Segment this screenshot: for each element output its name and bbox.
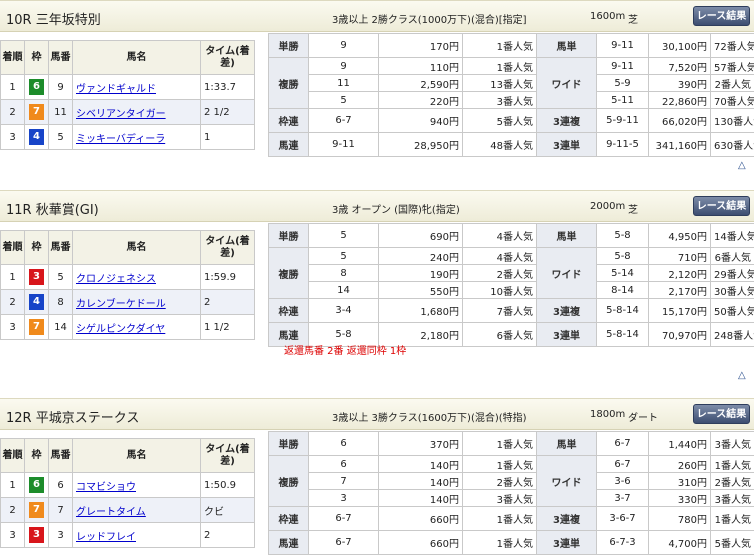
table-row: 1 3 5 クロノジェネシス 1:59.9 bbox=[0, 264, 255, 290]
col-header: 馬番 bbox=[48, 438, 73, 473]
refund-note: 返還馬番 2番 返還同枠 1枠 bbox=[284, 346, 407, 357]
payout-table: 単勝 6 370円 1番人気 馬単 6-7 1,440円 3番人気 複勝 6 140円 1番人気 ワイ… bbox=[268, 431, 754, 555]
race-name: 12R 平城京ステークス bbox=[6, 411, 140, 426]
race-conditions: 3歳以上 2勝クラス(1000万下)(混合)[指定] bbox=[332, 15, 527, 26]
horse-link[interactable]: シゲルピンクダイヤ bbox=[76, 324, 165, 335]
horse-link[interactable]: コマビショウ bbox=[76, 482, 136, 493]
race-distance: 1800m bbox=[590, 409, 626, 420]
table-row: 1 6 6 コマビショウ 1:50.9 bbox=[0, 472, 255, 498]
race-name: 11R 秋華賞(GⅠ) bbox=[6, 203, 99, 218]
race-surface: ダート bbox=[628, 413, 658, 424]
horse-link[interactable]: カレンブーケドール bbox=[76, 299, 166, 310]
horse-link[interactable]: グレートタイム bbox=[76, 507, 146, 518]
frame-badge: 7 bbox=[29, 104, 44, 120]
horse-link[interactable]: レッドフレイ bbox=[76, 532, 136, 543]
triangle-up-icon[interactable]: △ bbox=[738, 160, 746, 171]
horse-link[interactable]: シベリアンタイガー bbox=[76, 109, 166, 120]
race-header: 11R 秋華賞(GⅠ) 3歳 オープン (国際)牝(指定) 2000m 芝 レー… bbox=[0, 190, 754, 222]
finish-table: 着順 枠 馬番 馬名 タイム(着差) 1 6 9 ヴァンドギャルド 1:33.7… bbox=[0, 40, 255, 150]
frame-badge: 4 bbox=[29, 129, 44, 145]
race-result-button[interactable]: レース結果 bbox=[693, 404, 750, 424]
race-conditions: 3歳以上 3勝クラス(1600万下)(混合)(特指) bbox=[332, 413, 527, 424]
table-row: 3 3 3 レッドフレイ 2 bbox=[0, 522, 255, 548]
triangle-up-icon[interactable]: △ bbox=[738, 370, 746, 381]
col-header: 馬番 bbox=[48, 40, 73, 75]
table-row: 2 7 11 シベリアンタイガー 2 1/2 bbox=[0, 99, 255, 125]
race-distance: 1600m bbox=[590, 11, 626, 22]
table-row: 3 7 14 シゲルピンクダイヤ 1 1/2 bbox=[0, 314, 255, 340]
race-header: 12R 平城京ステークス 3歳以上 3勝クラス(1600万下)(混合)(特指) … bbox=[0, 398, 754, 430]
race-result-button[interactable]: レース結果 bbox=[693, 6, 750, 26]
frame-badge: 6 bbox=[29, 79, 44, 95]
frame-badge: 6 bbox=[29, 477, 44, 493]
frame-badge: 4 bbox=[29, 294, 44, 310]
race-result-button[interactable]: レース結果 bbox=[693, 196, 750, 216]
race-header: 10R 三年坂特別 3歳以上 2勝クラス(1000万下)(混合)[指定] 160… bbox=[0, 0, 754, 32]
race-surface: 芝 bbox=[628, 205, 638, 216]
col-header: 馬名 bbox=[72, 438, 201, 473]
col-header: タイム(着差) bbox=[200, 230, 255, 265]
race-distance: 2000m bbox=[590, 201, 626, 212]
col-header: タイム(着差) bbox=[200, 438, 255, 473]
table-row: 2 4 8 カレンブーケドール 2 bbox=[0, 289, 255, 315]
race-surface: 芝 bbox=[628, 15, 638, 26]
payout-table: 単勝 5 690円 4番人気 馬単 5-8 4,950円 14番人気 複勝 5 240円 4番人気ワ… bbox=[268, 223, 754, 347]
col-header: 着順 bbox=[0, 40, 25, 75]
horse-link[interactable]: ミッキーバディーラ bbox=[76, 134, 165, 145]
payout-table: 単勝 9 170円 1番人気 馬単 9-11 30,100円 72番人気 複勝 9 110円 1番人… bbox=[268, 33, 754, 157]
col-header: 着順 bbox=[0, 230, 25, 265]
col-header: 馬番 bbox=[48, 230, 73, 265]
finish-table: 着順 枠 馬番 馬名 タイム(着差) 1 6 6 コマビショウ 1:50.9 2… bbox=[0, 438, 255, 548]
col-header: 馬名 bbox=[72, 40, 201, 75]
col-header: タイム(着差) bbox=[200, 40, 255, 75]
table-row: 2 7 7 グレートタイム クビ bbox=[0, 497, 255, 523]
col-header: 着順 bbox=[0, 438, 25, 473]
col-header: 枠 bbox=[24, 438, 49, 473]
frame-badge: 3 bbox=[29, 269, 44, 285]
table-row: 1 6 9 ヴァンドギャルド 1:33.7 bbox=[0, 74, 255, 100]
col-header: 馬名 bbox=[72, 230, 201, 265]
col-header: 枠 bbox=[24, 230, 49, 265]
horse-link[interactable]: クロノジェネシス bbox=[76, 274, 156, 285]
frame-badge: 3 bbox=[29, 527, 44, 543]
finish-table: 着順 枠 馬番 馬名 タイム(着差) 1 3 5 クロノジェネシス 1:59.9… bbox=[0, 230, 255, 340]
horse-link[interactable]: ヴァンドギャルド bbox=[76, 84, 156, 95]
race-name: 10R 三年坂特別 bbox=[6, 13, 101, 28]
frame-badge: 7 bbox=[29, 502, 44, 518]
frame-badge: 7 bbox=[29, 319, 44, 335]
col-header: 枠 bbox=[24, 40, 49, 75]
table-row: 3 4 5 ミッキーバディーラ 1 bbox=[0, 124, 255, 150]
race-conditions: 3歳 オープン (国際)牝(指定) bbox=[332, 205, 460, 216]
